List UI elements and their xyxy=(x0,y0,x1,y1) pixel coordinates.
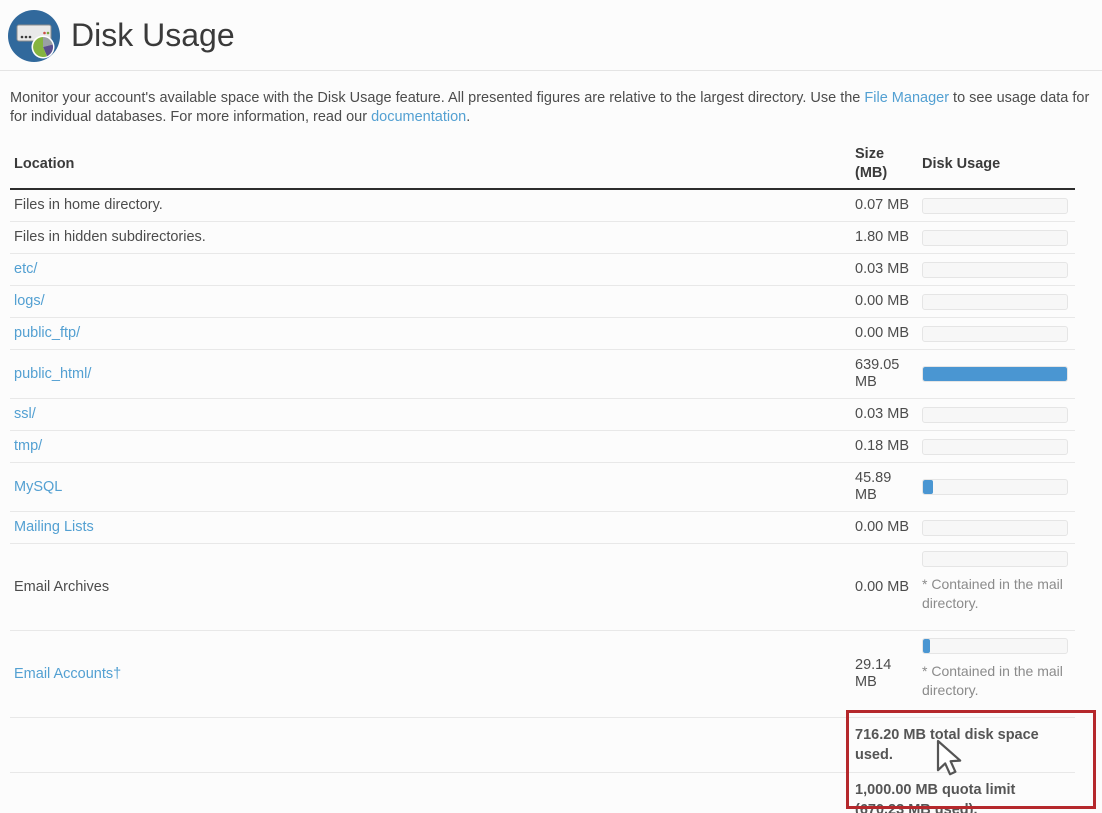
table-row: logs/0.00 MB xyxy=(10,286,1075,318)
disk-usage-bar-fill xyxy=(923,367,1067,381)
table-row: tmp/0.18 MB xyxy=(10,431,1075,463)
size-value: 0.03 MB xyxy=(855,261,910,278)
disk-usage-bar xyxy=(922,326,1068,342)
intro-text-part: Monitor your account's available space w… xyxy=(10,90,864,106)
size-value: 0.00 MB xyxy=(855,519,910,536)
table-row: Mailing Lists 0.00 MB xyxy=(10,512,1075,544)
intro-text-part: to see usage data for xyxy=(949,90,1089,106)
disk-usage-bar xyxy=(922,439,1068,455)
location-link[interactable]: etc/ xyxy=(14,261,37,277)
summary-empty-cell xyxy=(10,773,855,813)
size-value: 0.00 MB xyxy=(855,579,910,596)
size-value: 45.89 MB xyxy=(855,470,910,504)
column-header-disk-usage: Disk Usage xyxy=(922,140,1075,189)
size-value: 0.18 MB xyxy=(855,438,910,455)
documentation-link[interactable]: documentation xyxy=(371,109,466,125)
size-value: 0.00 MB xyxy=(855,293,910,310)
location-link[interactable]: public_ftp/ xyxy=(14,325,80,341)
disk-usage-page: Disk Usage Monitor your account's availa… xyxy=(0,0,1102,813)
disk-usage-bar xyxy=(922,198,1068,214)
location-link[interactable]: ssl/ xyxy=(14,406,36,422)
table-row: Email Archives 0.00 MB * Contained in the … xyxy=(10,544,1075,631)
disk-usage-bar xyxy=(922,520,1068,536)
table-row: Email Accounts† 29.14 MB * Contained in th… xyxy=(10,631,1075,718)
table-header: Location Size (MB) Disk Usage xyxy=(10,140,1075,189)
table-row: MySQL 45.89 MB xyxy=(10,463,1075,512)
intro-text-part: . xyxy=(466,109,470,125)
size-value: 29.14 MB xyxy=(855,657,910,691)
disk-usage-icon xyxy=(8,10,60,62)
table-row: Files in home directory. 0.07 MB xyxy=(10,189,1075,222)
location-link[interactable]: MySQL xyxy=(14,479,62,495)
page-header: Disk Usage xyxy=(0,0,1102,71)
table-row: Files in hidden subdirectories. 1.80 MB xyxy=(10,222,1075,254)
quota-limit-text: 1,000.00 MB quota limit (670.23 MB used)… xyxy=(855,780,1067,813)
disk-usage-bar xyxy=(922,366,1068,382)
location-link[interactable]: logs/ xyxy=(14,293,45,309)
summary-empty-cell xyxy=(10,718,855,773)
column-header-size-mb: Size (MB) xyxy=(855,140,922,189)
mail-directory-note: * Contained in the mail directory. xyxy=(922,575,1068,613)
table-row: ssl/0.03 MB xyxy=(10,399,1075,431)
disk-usage-table: Location Size (MB) Disk Usage Files in h… xyxy=(10,140,1075,813)
summary-row: 716.20 MB total disk space used. xyxy=(10,718,1075,773)
disk-usage-bar xyxy=(922,407,1068,423)
disk-usage-bar-fill xyxy=(923,480,933,494)
location-link[interactable]: public_html/ xyxy=(14,366,91,382)
location-label: Files in home directory. xyxy=(14,197,163,213)
page-title: Disk Usage xyxy=(71,18,235,53)
location-link[interactable]: tmp/ xyxy=(14,438,42,454)
disk-usage-bar xyxy=(922,230,1068,246)
size-value: 1.80 MB xyxy=(855,229,910,246)
location-link[interactable]: Email Accounts† xyxy=(14,666,121,682)
table-row: public_html/639.05 MB xyxy=(10,350,1075,399)
disk-usage-bar xyxy=(922,294,1068,310)
disk-usage-bar xyxy=(922,479,1068,495)
total-disk-space-used-text: 716.20 MB total disk space used. xyxy=(855,725,1067,765)
size-value: 639.05 MB xyxy=(855,357,910,391)
disk-usage-bar xyxy=(922,551,1068,567)
location-label: Email Archives xyxy=(14,579,109,595)
size-value: 0.07 MB xyxy=(855,197,910,214)
table-row: etc/0.03 MB xyxy=(10,254,1075,286)
location-label: Files in hidden subdirectories. xyxy=(14,229,206,245)
column-header-location: Location xyxy=(10,140,855,189)
summary-row: 1,000.00 MB quota limit (670.23 MB used)… xyxy=(10,773,1075,813)
intro-text-part: for individual databases. For more infor… xyxy=(10,109,371,125)
intro-text: Monitor your account's available space w… xyxy=(10,89,1102,127)
file-manager-link[interactable]: File Manager xyxy=(864,90,949,106)
table-row: public_ftp/0.00 MB xyxy=(10,318,1075,350)
disk-usage-bar xyxy=(922,638,1068,654)
location-link[interactable]: Mailing Lists xyxy=(14,519,94,535)
size-value: 0.00 MB xyxy=(855,325,910,342)
size-value: 0.03 MB xyxy=(855,406,910,423)
mail-directory-note: * Contained in the mail directory. xyxy=(922,662,1068,700)
disk-usage-bar xyxy=(922,262,1068,278)
disk-usage-bar-fill xyxy=(923,639,930,653)
